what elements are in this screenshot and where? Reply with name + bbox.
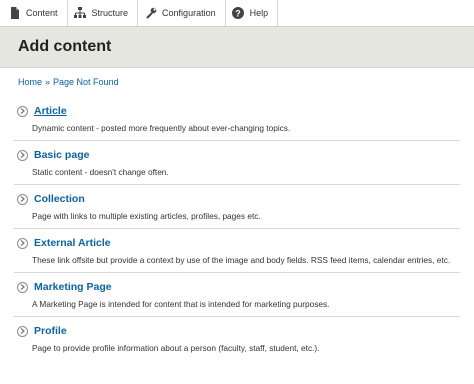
content-type-description: Page with links to multiple existing art… <box>32 211 261 221</box>
content-type-description: A Marketing Page is intended for content… <box>32 299 330 309</box>
breadcrumb-home[interactable]: Home <box>18 77 42 87</box>
content-type-description: Dynamic content - posted more frequently… <box>32 123 291 133</box>
breadcrumb-current[interactable]: Page Not Found <box>53 77 119 87</box>
toolbar-help[interactable]: ? Help <box>226 0 279 26</box>
page-title: Add content <box>18 38 112 55</box>
chevron-right-icon <box>17 237 28 249</box>
chevron-right-icon <box>17 193 28 205</box>
list-item: External Article These link offsite but … <box>14 229 460 273</box>
list-item: Collection Page with links to multiple e… <box>14 185 460 229</box>
content-type-link-external-article[interactable]: External Article <box>34 237 111 249</box>
toolbar-configuration[interactable]: Configuration <box>138 0 226 26</box>
list-item: Basic page Static content - doesn't chan… <box>14 141 460 185</box>
content-type-description: Static content - doesn't change often. <box>32 167 169 177</box>
content-type-link-profile[interactable]: Profile <box>34 325 67 337</box>
chevron-right-icon <box>17 149 28 161</box>
breadcrumb-separator: » <box>45 77 51 87</box>
admin-toolbar: Content Structure Configuration ? Help <box>0 0 474 27</box>
breadcrumb: Home» Page Not Found <box>0 68 474 94</box>
help-icon: ? <box>232 7 245 20</box>
chevron-right-icon <box>17 105 28 117</box>
list-item: Marketing Page A Marketing Page is inten… <box>14 273 460 317</box>
content-type-link-article[interactable]: Article <box>34 105 67 117</box>
page-header: Add content <box>0 27 474 68</box>
list-item: Article Dynamic content - posted more fr… <box>14 97 460 141</box>
document-icon <box>8 7 21 20</box>
sitemap-icon <box>74 7 87 20</box>
svg-text:?: ? <box>235 9 241 19</box>
content-type-description: Page to provide profile information abou… <box>32 343 320 353</box>
chevron-right-icon <box>17 281 28 293</box>
toolbar-configuration-label: Configuration <box>162 8 216 18</box>
chevron-right-icon <box>17 325 28 337</box>
toolbar-structure-label: Structure <box>91 8 129 18</box>
list-item: Profile Page to provide profile informat… <box>14 317 460 360</box>
content-type-link-basic-page[interactable]: Basic page <box>34 149 89 161</box>
toolbar-structure[interactable]: Structure <box>68 0 139 26</box>
toolbar-content[interactable]: Content <box>2 0 68 26</box>
content-type-link-marketing-page[interactable]: Marketing Page <box>34 281 112 293</box>
content-type-description: These link offsite but provide a context… <box>32 255 451 265</box>
toolbar-content-label: Content <box>26 8 58 18</box>
content-type-link-collection[interactable]: Collection <box>34 193 85 205</box>
wrench-icon <box>144 7 157 20</box>
content-type-list: Article Dynamic content - posted more fr… <box>14 97 460 360</box>
toolbar-help-label: Help <box>249 8 269 18</box>
